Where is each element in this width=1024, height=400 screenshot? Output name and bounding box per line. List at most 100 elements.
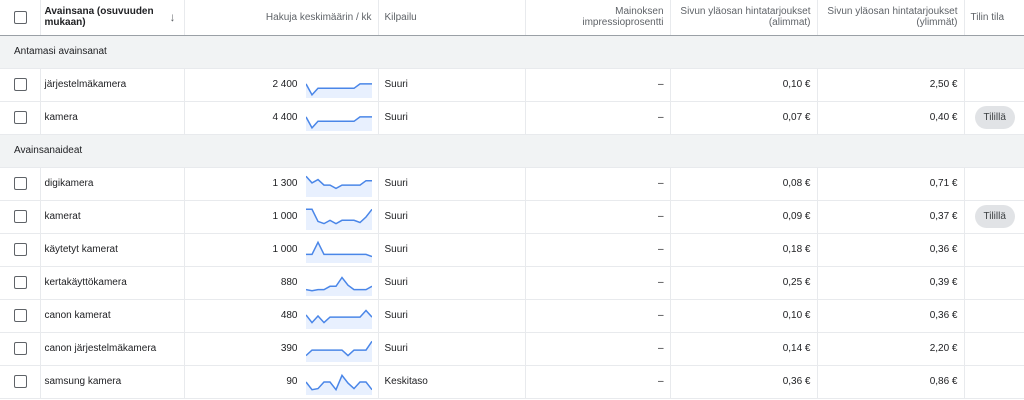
table-row[interactable]: kertakäyttökamera 880 Suuri – 0,25 € 0,3… [0,266,1024,300]
impression-share-column-header[interactable]: Mainoksen impressioprosentti [525,0,671,36]
impression-share-cell: – [525,299,671,333]
competition-cell: Suuri [378,101,526,135]
account-status-cell [964,365,1024,399]
row-checkbox[interactable] [14,111,27,124]
trend-sparkline [305,240,372,263]
bid-low-cell: 0,14 € [670,332,818,366]
row-checkbox[interactable] [14,342,27,355]
row-checkbox[interactable] [14,210,27,223]
account-status-column-header[interactable]: Tilin tila [964,0,1024,36]
sparkline-area [305,277,372,296]
bid-high-cell: 0,39 € [817,266,965,300]
avg-searches-value: 4 400 [272,112,298,123]
trend-sparkline [305,373,372,395]
in-account-chip[interactable]: Tilillä [974,205,1015,228]
table-row[interactable]: digikamera 1 300 Suuri – 0,08 € 0,71 € [0,167,1024,201]
bid-high-cell: 0,86 € [817,365,965,399]
account-status-cell [964,299,1024,333]
avg-searches-value: 1 300 [272,178,298,189]
table-body: Antamasi avainsanat järjestelmäkamera 2 … [0,35,1024,399]
table-row[interactable]: järjestelmäkamera 2 400 Suuri – 0,10 € 2… [0,68,1024,102]
bid-low-cell: 0,09 € [670,200,818,234]
table-row[interactable]: samsung kamera 90 Keskitaso – 0,36 € 0,8… [0,365,1024,399]
trend-sparkline [305,308,372,329]
trend-sparkline [305,208,372,230]
account-status-cell: Tilillä [964,200,1024,234]
select-all-checkbox[interactable] [14,10,27,24]
trend-sparkline [305,275,372,296]
avg-searches-cell: 880 [184,266,379,300]
select-all-cell [0,0,41,36]
row-checkbox[interactable] [14,375,27,388]
bid-low-cell: 0,07 € [670,101,818,135]
row-select-cell [0,332,41,366]
row-checkbox[interactable] [14,78,27,91]
impression-share-cell: – [525,365,671,399]
table-header-row: Avainsana (osuvuuden mukaan) ↓ Hakuja kes… [0,0,1024,36]
competition-column-header[interactable]: Kilpailu [378,0,526,36]
row-checkbox[interactable] [14,243,27,256]
avg-searches-value: 880 [280,277,298,288]
competition-cell: Suuri [378,332,526,366]
bid-high-cell: 0,36 € [817,299,965,333]
competition-cell: Suuri [378,167,526,201]
bid-low-cell: 0,10 € [670,299,818,333]
competition-cell: Suuri [378,200,526,234]
bid-high-cell: 2,20 € [817,332,965,366]
sparkline-area [305,310,372,329]
row-select-cell [0,233,41,267]
table-row[interactable]: kamerat 1 000 Suuri – 0,09 € 0,37 € Tili… [0,200,1024,234]
group-label: Avainsanaideat [0,134,1024,168]
competition-cell: Keskitaso [378,365,526,399]
avg-searches-cell: 1 000 [184,233,379,267]
avg-searches-value: 480 [280,310,298,321]
row-checkbox[interactable] [14,177,27,190]
row-select-cell [0,365,41,399]
impression-share-cell: – [525,266,671,300]
competition-cell: Suuri [378,266,526,300]
avg-searches-cell: 4 400 [184,101,379,135]
bid-high-cell: 2,50 € [817,68,965,102]
bid-low-cell: 0,10 € [670,68,818,102]
bid-low-column-header[interactable]: Sivun yläosan hintatarjoukset (alimmat) [670,0,818,36]
competition-cell: Suuri [378,233,526,267]
sparkline-area [305,340,372,362]
avg-searches-value: 90 [286,376,298,387]
table-row[interactable]: käytetyt kamerat 1 000 Suuri – 0,18 € 0,… [0,233,1024,267]
row-checkbox[interactable] [14,276,27,289]
keyword-cell: käytetyt kamerat [40,233,185,267]
keyword-cell: järjestelmäkamera [40,68,185,102]
keyword-column-header[interactable]: Avainsana (osuvuuden mukaan) ↓ [40,0,185,36]
table-row[interactable]: canon kamerat 480 Suuri – 0,10 € 0,36 € [0,299,1024,333]
row-select-cell [0,200,41,234]
avg-searches-value: 1 000 [272,244,298,255]
account-status-cell [964,332,1024,366]
keyword-header-label: Avainsana (osuvuuden mukaan) [44,6,154,29]
keyword-ideas-table: Avainsana (osuvuuden mukaan) ↓ Hakuja kes… [0,0,1024,399]
trend-sparkline [305,340,372,362]
impression-share-cell: – [525,68,671,102]
trend-sparkline [305,175,372,197]
impression-share-cell: – [525,332,671,366]
bid-high-column-header[interactable]: Sivun yläosan hintatarjoukset (ylimmät) [817,0,965,36]
group-header-row: Avainsanaideat [0,134,1024,168]
avg-searches-column-header[interactable]: Hakuja keskimäärin / kk [184,0,379,36]
keyword-cell: digikamera [40,167,185,201]
row-checkbox[interactable] [14,309,27,322]
bid-high-cell: 0,40 € [817,101,965,135]
avg-searches-cell: 2 400 [184,68,379,102]
account-status-cell [964,167,1024,201]
sort-down-icon[interactable]: ↓ [170,11,176,23]
keyword-cell: kertakäyttökamera [40,266,185,300]
table-row[interactable]: canon järjestelmäkamera 390 Suuri – 0,14… [0,332,1024,366]
trend-sparkline [305,82,372,98]
avg-searches-cell: 1 300 [184,167,379,201]
avg-searches-value: 390 [280,343,298,354]
in-account-chip[interactable]: Tilillä [974,106,1015,129]
avg-searches-cell: 390 [184,332,379,366]
impression-share-cell: – [525,167,671,201]
account-status-cell [964,68,1024,102]
sparkline-area [305,374,372,395]
table-row[interactable]: kamera 4 400 Suuri – 0,07 € 0,40 € Tilil… [0,101,1024,135]
bid-high-cell: 0,36 € [817,233,965,267]
